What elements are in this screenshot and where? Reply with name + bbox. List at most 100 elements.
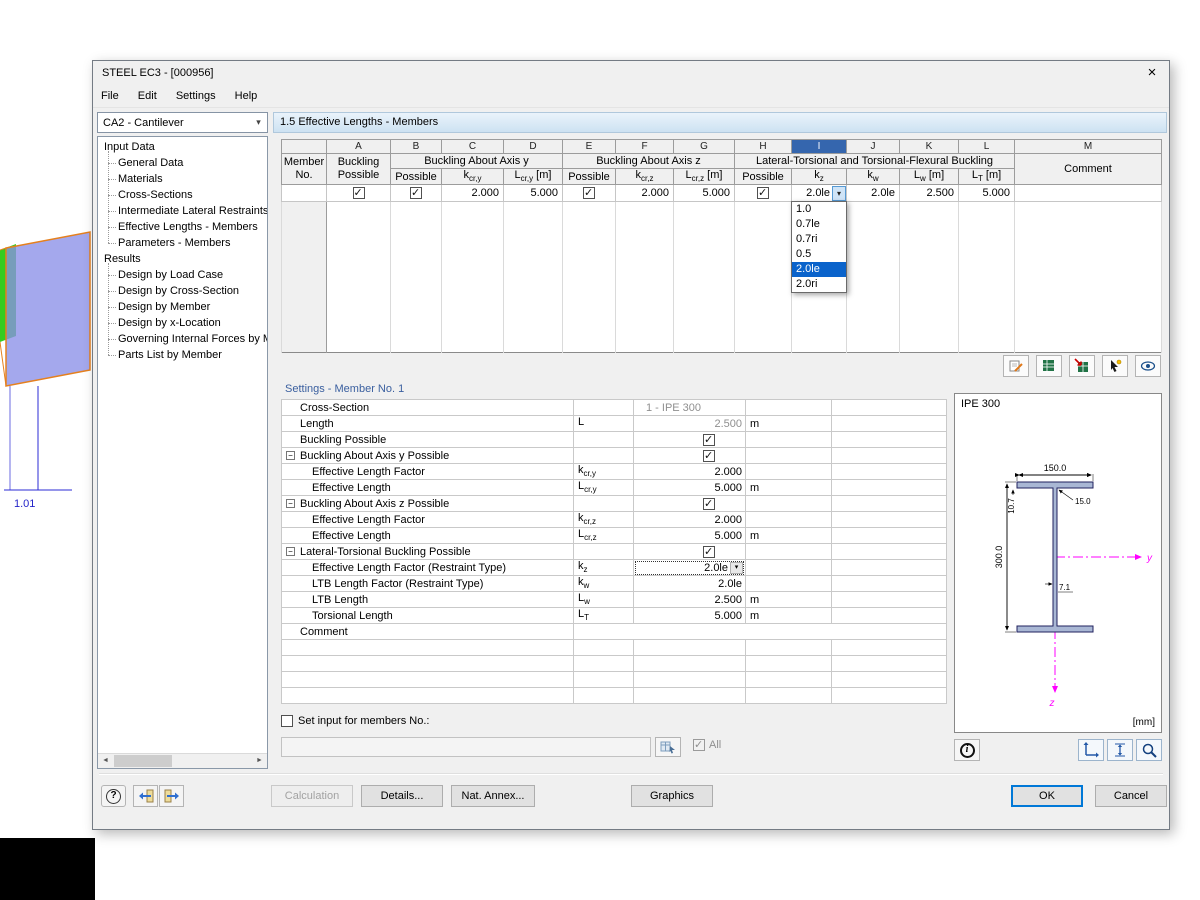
titlebar[interactable]: STEEL EC3 - [000956] × [93, 61, 1169, 87]
column-letter-i-selected[interactable]: I [792, 140, 847, 154]
tree-item-design-by-member[interactable]: Design by Member [98, 299, 267, 315]
export-excel-button[interactable] [1036, 355, 1062, 377]
menu-file[interactable]: File [93, 87, 127, 107]
column-letter-j[interactable]: J [847, 140, 900, 154]
kz-settings-combobox[interactable]: 2.0le ▾ [634, 560, 746, 576]
tree-item-effective-lengths-members[interactable]: Effective Lengths - Members [98, 219, 267, 235]
nat-annex-button[interactable]: Nat. Annex... [451, 785, 535, 807]
column-letter-h[interactable]: H [735, 140, 792, 154]
lcrz-value[interactable]: 5.000 [634, 528, 746, 544]
column-letter-c[interactable]: C [442, 140, 504, 154]
details-button[interactable]: Details... [361, 785, 443, 807]
pick-members-button[interactable] [655, 737, 681, 757]
column-letter-a[interactable]: A [327, 140, 391, 154]
tree-item-intermediate-lateral-restraints[interactable]: Intermediate Lateral Restraints [98, 203, 267, 219]
possible-z-checkbox-cell[interactable]: ✓ [563, 185, 616, 202]
kcry-cell[interactable]: 2.000 [442, 185, 504, 202]
section-zoom-button[interactable] [1136, 739, 1162, 761]
lw-cell[interactable]: 2.500 [900, 185, 959, 202]
dropdown-option-0[interactable]: 1.0 [792, 202, 846, 217]
column-letter-b[interactable]: B [391, 140, 442, 154]
collapse-icon[interactable]: − [286, 499, 295, 508]
lcry-value[interactable]: 5.000 [634, 480, 746, 496]
member-row-header[interactable]: 1 [282, 185, 327, 202]
tree-item-design-by-x-location[interactable]: Design by x-Location [98, 315, 267, 331]
dropdown-option-4-selected[interactable]: 2.0le [792, 262, 846, 277]
lw-value[interactable]: 2.500 [634, 592, 746, 608]
cancel-button[interactable]: Cancel [1095, 785, 1167, 807]
close-icon[interactable]: × [1135, 61, 1169, 87]
column-letter-g[interactable]: G [674, 140, 735, 154]
column-letter-m[interactable]: M [1015, 140, 1162, 154]
tree-item-design-by-load-case[interactable]: Design by Load Case [98, 267, 267, 283]
next-window-button[interactable] [159, 785, 184, 807]
pick-row-button[interactable] [1102, 355, 1128, 377]
kcrz-cell[interactable]: 2.000 [616, 185, 674, 202]
menu-settings[interactable]: Settings [168, 87, 224, 107]
lt-value[interactable]: 5.000 [634, 608, 746, 624]
kcrz-value[interactable]: 2.000 [634, 512, 746, 528]
cross-section-value: 1 - IPE 300 [634, 400, 746, 416]
buckling-possible-checkbox[interactable]: ✓ [634, 432, 746, 448]
axis-y-possible-checkbox[interactable]: ✓ [634, 448, 746, 464]
column-letter-e[interactable]: E [563, 140, 616, 154]
section-axes-button[interactable] [1078, 739, 1104, 761]
kw-value[interactable]: 2.0le [634, 576, 746, 592]
ltb-possible-checkbox[interactable]: ✓ [634, 544, 746, 560]
view-button[interactable] [1135, 355, 1161, 377]
all-checkbox[interactable]: ✓ [693, 739, 705, 751]
collapse-icon[interactable]: − [286, 547, 295, 556]
lt-cell[interactable]: 5.000 [959, 185, 1015, 202]
dropdown-option-3[interactable]: 0.5 [792, 247, 846, 262]
tree-item-general-data[interactable]: General Data [98, 155, 267, 171]
info-button[interactable]: i [954, 739, 980, 761]
menu-help[interactable]: Help [227, 87, 266, 107]
tree-item-parameters-members[interactable]: Parameters - Members [98, 235, 267, 251]
lcry-cell[interactable]: 5.000 [504, 185, 563, 202]
column-letter-f[interactable]: F [616, 140, 674, 154]
tree-item-design-by-cross-section[interactable]: Design by Cross-Section [98, 283, 267, 299]
graphics-button[interactable]: Graphics [631, 785, 713, 807]
chevron-down-icon[interactable]: ▾ [832, 186, 846, 201]
settings-row-lcry: Effective Length Lcr,y 5.000 m [282, 480, 947, 496]
lcrz-cell[interactable]: 5.000 [674, 185, 735, 202]
tree-item-materials[interactable]: Materials [98, 171, 267, 187]
tree-item-input-data[interactable]: Input Data [98, 139, 267, 155]
tree-item-parts-list-by-member[interactable]: Parts List by Member [98, 347, 267, 363]
comment-input-cell[interactable] [574, 624, 947, 640]
dropdown-option-1[interactable]: 0.7le [792, 217, 846, 232]
ok-button[interactable]: OK [1011, 785, 1083, 807]
scrollbar-thumb[interactable] [114, 755, 172, 767]
edit-input-button[interactable] [1003, 355, 1029, 377]
scroll-left-icon[interactable]: ◄ [98, 754, 113, 768]
section-dimensions-button[interactable] [1107, 739, 1133, 761]
chevron-down-icon[interactable]: ▾ [730, 562, 743, 574]
tree-item-results[interactable]: Results [98, 251, 267, 267]
dropdown-option-2[interactable]: 0.7ri [792, 232, 846, 247]
dropdown-option-5[interactable]: 2.0ri [792, 277, 846, 292]
tree-item-governing-internal-forces[interactable]: Governing Internal Forces by M [98, 331, 267, 347]
help-button[interactable]: ? [101, 785, 126, 807]
column-letter-d[interactable]: D [504, 140, 563, 154]
chevron-down-icon[interactable]: ▾ [250, 117, 267, 128]
kcry-value[interactable]: 2.000 [634, 464, 746, 480]
axis-z-possible-checkbox[interactable]: ✓ [634, 496, 746, 512]
buckling-possible-checkbox-cell[interactable]: ✓ [327, 185, 391, 202]
set-input-checkbox[interactable] [281, 715, 293, 727]
scroll-right-icon[interactable]: ► [252, 754, 267, 768]
column-letter-l[interactable]: L [959, 140, 1015, 154]
previous-window-button[interactable] [133, 785, 158, 807]
import-excel-button[interactable] [1069, 355, 1095, 377]
collapse-icon[interactable]: − [286, 451, 295, 460]
menu-edit[interactable]: Edit [130, 87, 165, 107]
comment-cell[interactable] [1015, 185, 1162, 202]
kz-combobox[interactable]: 2.0le ▾ [792, 185, 847, 202]
kw-cell[interactable]: 2.0le [847, 185, 900, 202]
tree-h-scrollbar[interactable]: ◄ ► [98, 753, 267, 768]
column-letter-k[interactable]: K [900, 140, 959, 154]
tree-item-cross-sections[interactable]: Cross-Sections [98, 187, 267, 203]
possible-ltb-checkbox-cell[interactable]: ✓ [735, 185, 792, 202]
design-case-selector[interactable]: CA2 - Cantilever ▾ [97, 112, 268, 133]
members-input[interactable] [281, 737, 651, 757]
possible-y-checkbox-cell[interactable]: ✓ [391, 185, 442, 202]
